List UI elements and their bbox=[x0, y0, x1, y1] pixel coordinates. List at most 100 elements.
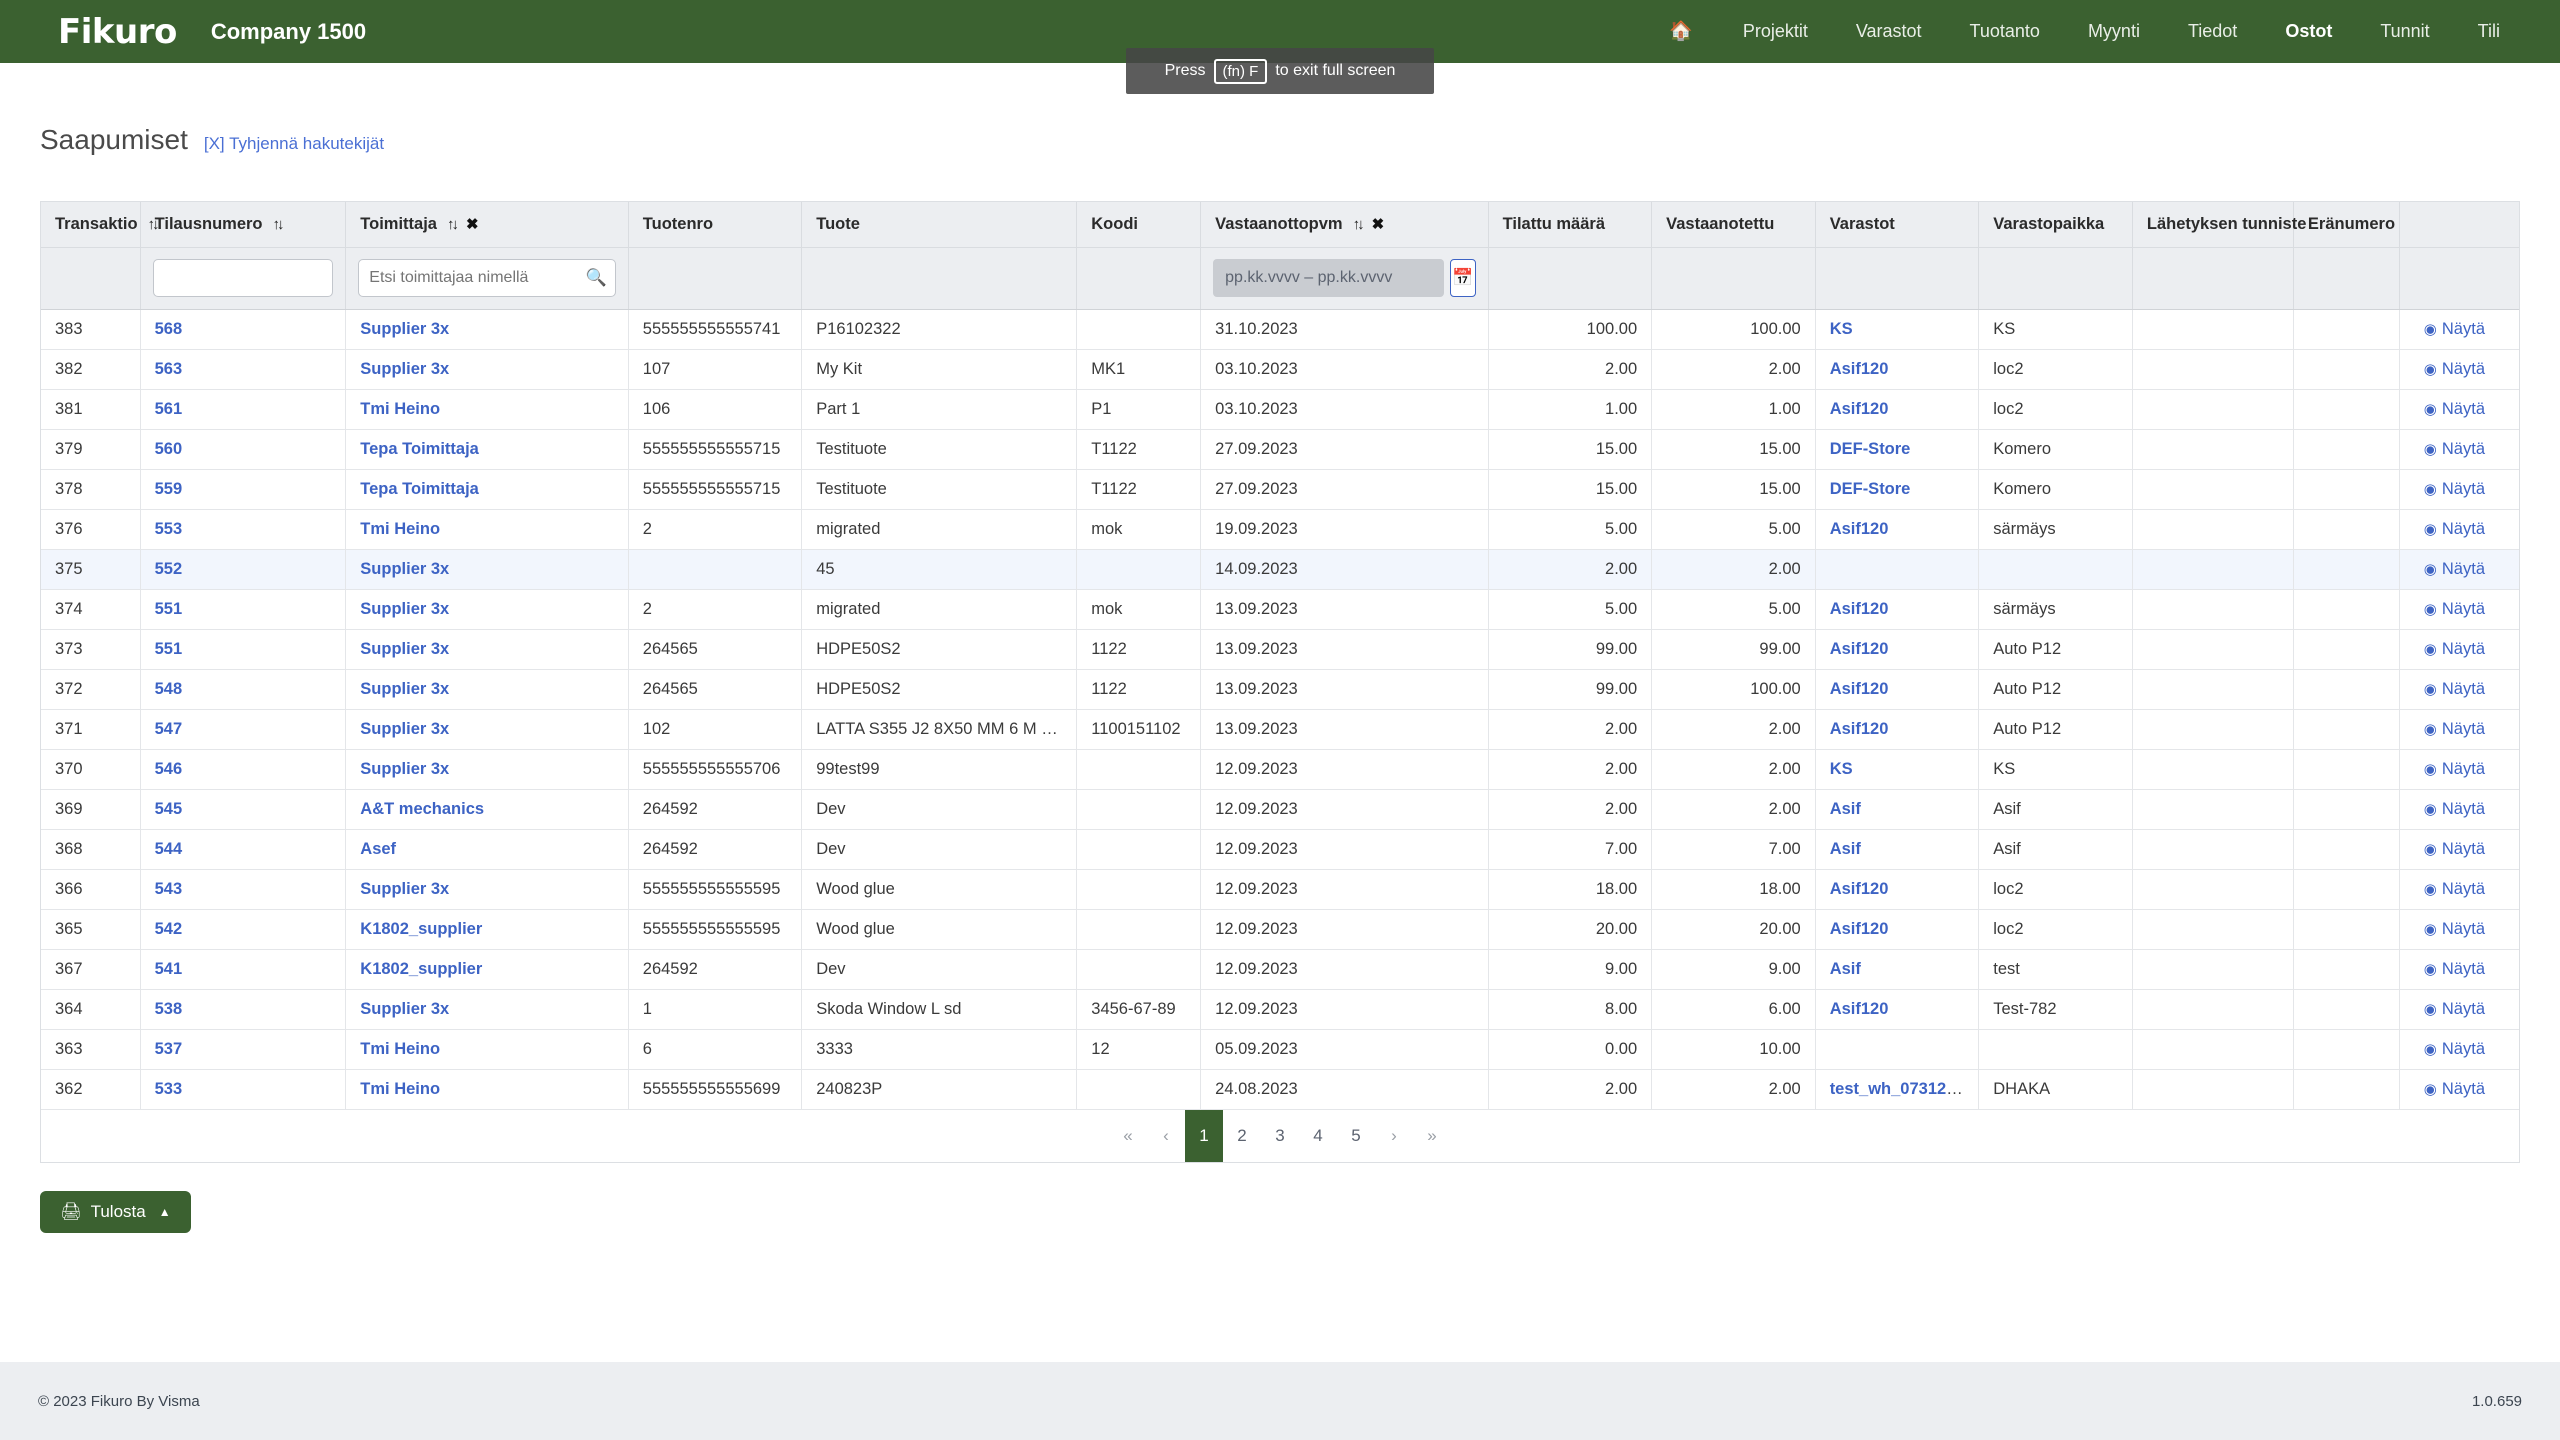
pagination-first-icon[interactable]: « bbox=[1109, 1110, 1147, 1162]
view-row-button[interactable]: ◉ Näytä bbox=[2424, 680, 2485, 698]
pagination-page-3[interactable]: 3 bbox=[1261, 1110, 1299, 1162]
view-row-button[interactable]: ◉ Näytä bbox=[2424, 960, 2485, 978]
sort-toggle-icon[interactable]: ↑↓ bbox=[1353, 216, 1365, 233]
clear-filters-link[interactable]: [X] Tyhjennä hakutekijät bbox=[204, 134, 384, 154]
varastot-link[interactable]: Asif bbox=[1830, 960, 1861, 978]
tilausnumero-link[interactable]: 538 bbox=[155, 1000, 183, 1018]
table-row[interactable]: 364 538 Supplier 3x 1 Skoda Window L sd 3456-… bbox=[41, 989, 2519, 1030]
varastot-link[interactable]: Asif120 bbox=[1830, 600, 1889, 618]
tilausnumero-link[interactable]: 551 bbox=[155, 600, 183, 618]
varastot-link[interactable]: Asif120 bbox=[1830, 640, 1889, 658]
toimittaja-link[interactable]: Supplier 3x bbox=[360, 1000, 449, 1018]
table-row[interactable]: 369 545 A&T mechanics 264592 Dev 12.09.2023 2.… bbox=[41, 789, 2519, 830]
varastot-link[interactable]: DEF-Store bbox=[1830, 480, 1911, 498]
nav-item-tiedot[interactable]: Tiedot bbox=[2164, 0, 2261, 63]
tilausnumero-link[interactable]: 546 bbox=[155, 760, 183, 778]
toimittaja-link[interactable]: Asef bbox=[360, 840, 396, 858]
calendar-icon[interactable]: 📅 bbox=[1450, 259, 1476, 297]
table-row[interactable]: 375 552 Supplier 3x 45 14.09.2023 2.00 2.00 ◉ Nä… bbox=[41, 549, 2519, 590]
view-row-button[interactable]: ◉ Näytä bbox=[2424, 840, 2485, 858]
tilausnumero-link[interactable]: 544 bbox=[155, 840, 183, 858]
toimittaja-link[interactable]: Tepa Toimittaja bbox=[360, 440, 479, 458]
varastot-link[interactable]: Asif120 bbox=[1830, 920, 1889, 938]
table-row[interactable]: 371 547 Supplier 3x 102 LATTA S355 J2 8X50 M… bbox=[41, 709, 2519, 750]
table-row[interactable]: 366 543 Supplier 3x 555555555555595 Wood glu… bbox=[41, 869, 2519, 910]
column-header-tilausnumero[interactable]: Tilausnumero ↑↓ bbox=[140, 201, 347, 248]
view-row-button[interactable]: ◉ Näytä bbox=[2424, 440, 2485, 458]
varastot-link[interactable]: Asif120 bbox=[1830, 680, 1889, 698]
nav-item-tunnit[interactable]: Tunnit bbox=[2356, 0, 2453, 63]
nav-home-link[interactable]: 🏠 bbox=[1643, 0, 1719, 63]
table-row[interactable]: 368 544 Asef 264592 Dev 12.09.2023 7.00 7.00 Asi… bbox=[41, 829, 2519, 870]
view-row-button[interactable]: ◉ Näytä bbox=[2424, 480, 2485, 498]
view-row-button[interactable]: ◉ Näytä bbox=[2424, 360, 2485, 378]
table-row[interactable]: 378 559 Tepa Toimittaja 555555555555715 Test… bbox=[41, 469, 2519, 510]
toimittaja-link[interactable]: Tepa Toimittaja bbox=[360, 480, 479, 498]
toimittaja-link[interactable]: K1802_supplier bbox=[360, 920, 482, 938]
receipt-date-range-input[interactable] bbox=[1213, 259, 1445, 297]
table-row[interactable]: 367 541 K1802_supplier 264592 Dev 12.09.2023 9… bbox=[41, 949, 2519, 990]
tilausnumero-link[interactable]: 543 bbox=[155, 880, 183, 898]
nav-item-tuotanto[interactable]: Tuotanto bbox=[1946, 0, 2064, 63]
varastot-link[interactable]: Asif bbox=[1830, 800, 1861, 818]
view-row-button[interactable]: ◉ Näytä bbox=[2424, 720, 2485, 738]
view-row-button[interactable]: ◉ Näytä bbox=[2424, 800, 2485, 818]
tilausnumero-link[interactable]: 553 bbox=[155, 520, 183, 538]
tilausnumero-link[interactable]: 545 bbox=[155, 800, 183, 818]
pagination-page-1[interactable]: 1 bbox=[1185, 1109, 1223, 1162]
tilausnumero-link[interactable]: 563 bbox=[155, 360, 183, 378]
varastot-link[interactable]: Asif bbox=[1830, 840, 1861, 858]
sort-toggle-icon[interactable]: ↑↓ bbox=[447, 216, 459, 233]
varastot-link[interactable]: KS bbox=[1830, 320, 1853, 338]
view-row-button[interactable]: ◉ Näytä bbox=[2424, 1040, 2485, 1058]
toimittaja-link[interactable]: K1802_supplier bbox=[360, 960, 482, 978]
pagination-last-icon[interactable]: » bbox=[1413, 1110, 1451, 1162]
clear-column-filter-icon[interactable]: ✖ bbox=[466, 215, 479, 233]
toimittaja-link[interactable]: Tmi Heino bbox=[360, 1040, 440, 1058]
view-row-button[interactable]: ◉ Näytä bbox=[2424, 400, 2485, 418]
table-row[interactable]: 362 533 Tmi Heino 555555555555699 240823P 24.… bbox=[41, 1069, 2519, 1110]
nav-item-myynti[interactable]: Myynti bbox=[2064, 0, 2164, 63]
nav-item-tili[interactable]: Tili bbox=[2454, 0, 2524, 63]
tilausnumero-link[interactable]: 533 bbox=[155, 1080, 183, 1098]
toimittaja-link[interactable]: Supplier 3x bbox=[360, 320, 449, 338]
toimittaja-link[interactable]: Tmi Heino bbox=[360, 520, 440, 538]
print-button[interactable]: 🖨 Tulosta ▲ bbox=[40, 1190, 191, 1233]
view-row-button[interactable]: ◉ Näytä bbox=[2424, 760, 2485, 778]
toimittaja-link[interactable]: Supplier 3x bbox=[360, 360, 449, 378]
pagination-next-icon[interactable]: › bbox=[1375, 1110, 1413, 1162]
varastot-link[interactable]: DEF-Store bbox=[1830, 440, 1911, 458]
tilausnumero-link[interactable]: 561 bbox=[155, 400, 183, 418]
view-row-button[interactable]: ◉ Näytä bbox=[2424, 880, 2485, 898]
clear-column-filter-icon[interactable]: ✖ bbox=[1372, 215, 1385, 233]
table-row[interactable]: 363 537 Tmi Heino 6 3333 12 05.09.2023 0.00 10.0… bbox=[41, 1029, 2519, 1070]
nav-item-varastot[interactable]: Varastot bbox=[1832, 0, 1946, 63]
tilausnumero-link[interactable]: 542 bbox=[155, 920, 183, 938]
varastot-link[interactable]: Asif120 bbox=[1830, 360, 1889, 378]
pagination-page-4[interactable]: 4 bbox=[1299, 1110, 1337, 1162]
sort-toggle-icon[interactable]: ↑↓ bbox=[273, 216, 285, 233]
tilausnumero-link[interactable]: 547 bbox=[155, 720, 183, 738]
view-row-button[interactable]: ◉ Näytä bbox=[2424, 600, 2485, 618]
pagination-page-2[interactable]: 2 bbox=[1223, 1110, 1261, 1162]
view-row-button[interactable]: ◉ Näytä bbox=[2424, 1080, 2485, 1098]
pagination-page-5[interactable]: 5 bbox=[1337, 1110, 1375, 1162]
table-row[interactable]: 365 542 K1802_supplier 555555555555595 Wood … bbox=[41, 909, 2519, 950]
toimittaja-link[interactable]: Supplier 3x bbox=[360, 880, 449, 898]
varastot-link[interactable]: KS bbox=[1830, 760, 1853, 778]
toimittaja-link[interactable]: Tmi Heino bbox=[360, 400, 440, 418]
table-row[interactable]: 376 553 Tmi Heino 2 migrated mok 19.09.2023 5.0… bbox=[41, 509, 2519, 550]
nav-item-projektit[interactable]: Projektit bbox=[1719, 0, 1832, 63]
table-row[interactable]: 383 568 Supplier 3x 555555555555741 P1610232… bbox=[41, 309, 2519, 350]
varastot-link[interactable]: Asif120 bbox=[1830, 1000, 1889, 1018]
view-row-button[interactable]: ◉ Näytä bbox=[2424, 520, 2485, 538]
nav-item-ostot[interactable]: Ostot bbox=[2261, 0, 2356, 63]
view-row-button[interactable]: ◉ Näytä bbox=[2424, 1000, 2485, 1018]
tilausnumero-link[interactable]: 541 bbox=[155, 960, 183, 978]
pagination-prev-icon[interactable]: ‹ bbox=[1147, 1110, 1185, 1162]
toimittaja-link[interactable]: Supplier 3x bbox=[360, 600, 449, 618]
toimittaja-link[interactable]: Supplier 3x bbox=[360, 680, 449, 698]
tilausnumero-link[interactable]: 551 bbox=[155, 640, 183, 658]
supplier-search-input[interactable] bbox=[358, 259, 616, 297]
varastot-link[interactable]: Asif120 bbox=[1830, 520, 1889, 538]
